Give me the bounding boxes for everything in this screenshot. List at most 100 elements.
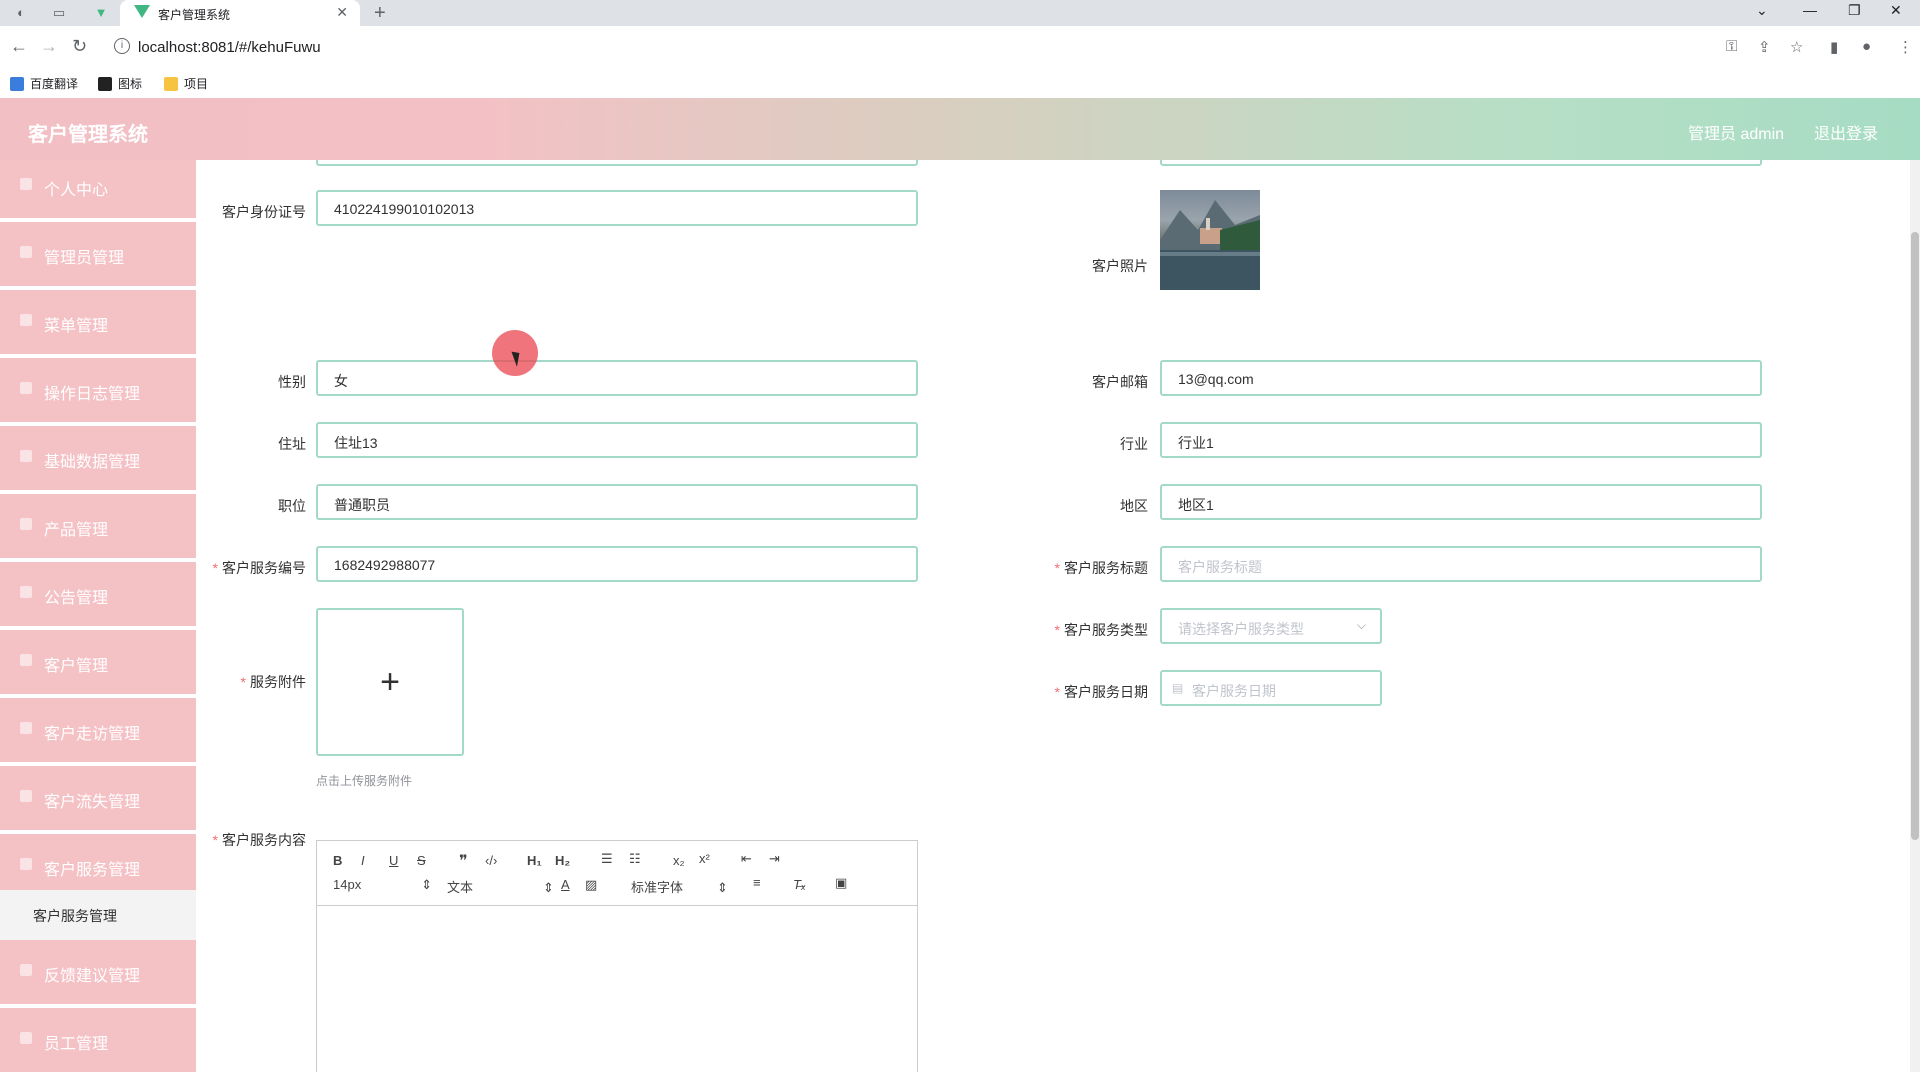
bookmark-baidu-translate[interactable]: 百度翻译 — [10, 75, 78, 92]
url-field[interactable]: i localhost:8081/#/kehuFuwu — [104, 32, 1704, 62]
service-title-input[interactable]: 客户服务标题 — [1160, 546, 1762, 582]
industry-input[interactable]: 行业1 — [1160, 422, 1762, 458]
sidebar-subitem-service[interactable]: 客户服务管理 — [0, 890, 196, 940]
h1-icon[interactable]: H₁ — [527, 853, 542, 868]
font-size-select[interactable]: 14px ⇕ — [333, 877, 432, 893]
region-input[interactable]: 地区1 — [1160, 484, 1762, 520]
required-mark: * — [212, 560, 218, 576]
service-type-select[interactable]: 请选择客户服务类型 ⌵ — [1160, 608, 1382, 644]
font-color-icon[interactable]: A — [561, 877, 570, 892]
tab-search-icon[interactable]: ⌄ — [1756, 2, 1768, 19]
id-card-input[interactable]: 410224199010102013 — [316, 190, 918, 226]
customer-photo[interactable] — [1160, 190, 1260, 290]
sidebar-item-admin[interactable]: 管理员管理 — [0, 222, 196, 286]
background-color-icon[interactable]: ▨ — [585, 877, 597, 893]
star-icon[interactable]: ☆ — [1790, 38, 1803, 56]
gender-input[interactable]: 女 — [316, 360, 918, 396]
reload-icon[interactable]: ↻ — [72, 36, 87, 57]
font-family-select[interactable]: 标准字体 ⇕ — [631, 877, 728, 896]
bullet-list-icon[interactable]: ☷ — [629, 851, 641, 867]
tab-icon-blank[interactable]: ▭ — [50, 4, 68, 22]
code-icon[interactable]: ‹/› — [485, 853, 497, 868]
subscript-icon[interactable]: x₂ — [673, 853, 685, 868]
sidebar-item-customers[interactable]: 客户管理 — [0, 630, 196, 694]
vue-tab-icon[interactable]: ▼ — [92, 4, 110, 22]
sidebar-item-notices[interactable]: 公告管理 — [0, 562, 196, 626]
align-icon[interactable]: ≡ — [753, 875, 761, 890]
share-icon[interactable]: ⇪ — [1758, 38, 1771, 56]
forward-icon[interactable]: → — [40, 36, 58, 57]
indent-icon[interactable]: ⇥ — [769, 851, 780, 867]
active-tab[interactable]: 客户管理系统 ✕ — [120, 0, 360, 26]
clear-format-icon[interactable]: T̶ₓ — [793, 877, 806, 892]
required-mark: * — [212, 832, 218, 848]
bold-icon[interactable]: B — [333, 853, 342, 868]
app-header: 客户管理系统 管理员 admin 退出登录 — [0, 98, 1920, 160]
chevron-down-icon: ⌵ — [1356, 618, 1366, 632]
bookmark-icons[interactable]: 图标 — [98, 75, 142, 92]
minimize-icon[interactable]: — — [1803, 2, 1817, 18]
menu-item-icon — [20, 654, 32, 666]
back-icon[interactable]: ← — [10, 36, 28, 57]
menu-item-icon — [20, 586, 32, 598]
close-tab-icon[interactable]: ✕ — [336, 4, 348, 21]
sidebar-item-profile[interactable]: 个人中心 — [0, 160, 196, 218]
outdent-icon[interactable]: ⇤ — [741, 851, 752, 867]
bookmark-project[interactable]: 项目 — [164, 75, 208, 92]
email-input[interactable]: 13@qq.com — [1160, 360, 1762, 396]
rich-text-editor[interactable]: B I U S ❞ ‹/› H₁ H₂ ☰ ☷ x₂ x² ⇤ ⇥ 14px ⇕ … — [316, 840, 918, 1072]
service-type-label: * 客户服务类型 — [1054, 622, 1148, 638]
scrolled-input-right[interactable] — [1160, 160, 1762, 166]
service-date-picker[interactable]: ▤ 客户服务日期 — [1160, 670, 1382, 706]
sidebar-item-products[interactable]: 产品管理 — [0, 494, 196, 558]
new-tab-button[interactable]: + — [374, 2, 386, 25]
sidebar-item-oplog[interactable]: 操作日志管理 — [0, 358, 196, 422]
scrollbar-thumb[interactable] — [1911, 232, 1919, 840]
sidebar-item-churn[interactable]: 客户流失管理 — [0, 766, 196, 830]
attachment-upload[interactable]: + — [316, 608, 464, 756]
header-select[interactable]: 文本 ⇕ — [447, 877, 554, 896]
address-label: 住址 — [278, 436, 306, 452]
menu-item-icon — [20, 722, 32, 734]
italic-icon[interactable]: I — [361, 853, 365, 868]
key-icon[interactable]: ⚿ — [1726, 38, 1737, 55]
sidebar-item-feedback[interactable]: 反馈建议管理 — [0, 940, 196, 1004]
menu-icon[interactable]: ⋮ — [1898, 38, 1913, 56]
content-label: * 客户服务内容 — [212, 832, 306, 848]
attachment-label: * 服务附件 — [240, 674, 306, 690]
sidebar-item-service[interactable]: 客户服务管理 — [0, 834, 196, 898]
industry-label: 行业 — [1120, 436, 1148, 452]
region-label: 地区 — [1120, 498, 1148, 514]
plus-icon: + — [380, 663, 400, 701]
menu-item-icon — [20, 858, 32, 870]
sidepanel-icon[interactable]: ▮ — [1830, 38, 1838, 56]
h2-icon[interactable]: H₂ — [555, 853, 570, 868]
browser-tab-bar: ◐ ▭ ▼ 客户管理系统 ✕ + ⌄ — ❐ ✕ — [0, 0, 1920, 26]
menu-item-icon — [20, 450, 32, 462]
service-no-input[interactable]: 1682492988077 — [316, 546, 918, 582]
sidebar-item-visits[interactable]: 客户走访管理 — [0, 698, 196, 762]
underline-icon[interactable]: U — [389, 853, 398, 868]
blockquote-icon[interactable]: ❞ — [459, 851, 468, 871]
position-input[interactable]: 普通职员 — [316, 484, 918, 520]
sidebar-item-staff[interactable]: 员工管理 — [0, 1008, 196, 1072]
current-user: 管理员 admin — [1688, 126, 1785, 143]
info-icon[interactable]: i — [114, 38, 130, 54]
profile-icon[interactable]: ● — [1862, 38, 1871, 55]
address-bar: ← → ↻ i localhost:8081/#/kehuFuwu ⚿ ⇪ ☆ … — [0, 26, 1920, 68]
tab-icon[interactable]: ◐ — [12, 4, 30, 22]
strike-icon[interactable]: S — [417, 853, 426, 868]
image-icon[interactable]: ▣ — [835, 875, 847, 891]
photo-label: 客户照片 — [1092, 258, 1148, 274]
sidebar-item-menu[interactable]: 菜单管理 — [0, 290, 196, 354]
translate-icon — [10, 77, 24, 91]
superscript-icon[interactable]: x² — [699, 851, 710, 866]
logout-button[interactable]: 退出登录 — [1814, 120, 1878, 144]
scrolled-input-left[interactable] — [316, 160, 918, 166]
address-input[interactable]: 住址13 — [316, 422, 918, 458]
sidebar-item-basedata[interactable]: 基础数据管理 — [0, 426, 196, 490]
close-window-icon[interactable]: ✕ — [1890, 2, 1902, 19]
position-label: 职位 — [278, 498, 306, 514]
restore-icon[interactable]: ❐ — [1848, 2, 1861, 19]
ordered-list-icon[interactable]: ☰ — [601, 851, 613, 867]
